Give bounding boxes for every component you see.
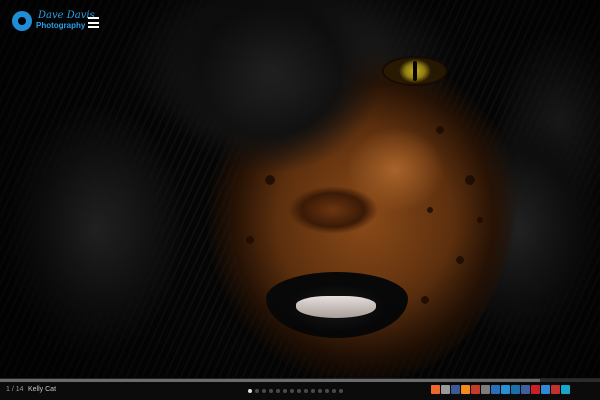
vimeo-icon[interactable]: [561, 385, 570, 394]
social-share-icons: [431, 385, 570, 394]
logo-text: Dave Davis Photography: [36, 11, 95, 31]
slide-dot[interactable]: [255, 389, 259, 393]
slide-dot[interactable]: [311, 389, 315, 393]
slide-dot[interactable]: [332, 389, 336, 393]
pinterest-icon[interactable]: [531, 385, 540, 394]
slide-dot[interactable]: [339, 389, 343, 393]
slideshow-controls: 1 / 14 Kelly Cat: [0, 378, 600, 400]
linkedin-icon[interactable]: [511, 385, 520, 394]
slide-dot[interactable]: [283, 389, 287, 393]
site-logo[interactable]: Dave Davis Photography: [12, 11, 95, 31]
share-icon[interactable]: [431, 385, 440, 394]
email-icon[interactable]: [441, 385, 450, 394]
slide-dot[interactable]: [248, 389, 252, 393]
progress-bar[interactable]: [0, 379, 600, 382]
hamburger-menu-icon[interactable]: [88, 17, 99, 28]
slide-caption: Kelly Cat: [28, 386, 57, 393]
slide-dot[interactable]: [262, 389, 266, 393]
aperture-icon: [12, 11, 32, 31]
progress-fill: [0, 379, 540, 382]
myspace-icon[interactable]: [521, 385, 530, 394]
slide-dot[interactable]: [290, 389, 294, 393]
slide-image[interactable]: [0, 0, 600, 378]
slide-dot[interactable]: [276, 389, 280, 393]
slide-counter: 1 / 14: [6, 386, 24, 393]
share-alt-icon[interactable]: [481, 385, 490, 394]
logo-tagline: Photography: [36, 21, 86, 30]
stumbleupon-icon[interactable]: [501, 385, 510, 394]
slide-dot[interactable]: [304, 389, 308, 393]
vignette: [0, 0, 600, 378]
delicious-icon[interactable]: [541, 385, 550, 394]
youtube-icon[interactable]: [551, 385, 560, 394]
digg-icon[interactable]: [491, 385, 500, 394]
logo-name: Dave Davis: [38, 10, 95, 21]
slide-dot[interactable]: [269, 389, 273, 393]
slide-dots: [248, 389, 343, 393]
slide-dot[interactable]: [318, 389, 322, 393]
slide-dot[interactable]: [325, 389, 329, 393]
slide-dot[interactable]: [297, 389, 301, 393]
rss-icon[interactable]: [461, 385, 470, 394]
google-plus-icon[interactable]: [471, 385, 480, 394]
facebook-icon[interactable]: [451, 385, 460, 394]
